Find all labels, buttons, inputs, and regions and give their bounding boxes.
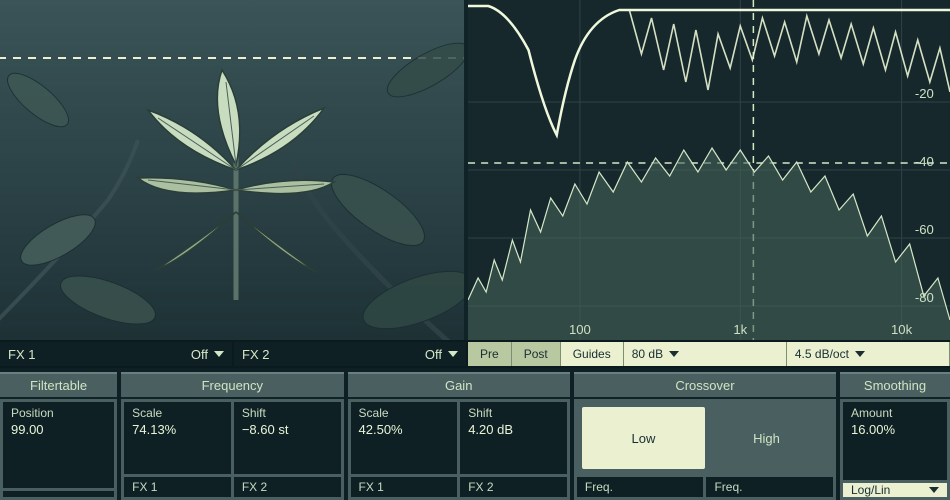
- crossover-low-button[interactable]: Low: [582, 407, 705, 469]
- xtick: 10k: [891, 322, 913, 337]
- xtick: 1k: [733, 322, 747, 337]
- strip-cell-fx2b[interactable]: FX 2: [460, 477, 567, 497]
- position-field[interactable]: Position 99.00: [3, 402, 114, 488]
- fx-slot-1[interactable]: FX 1 Off: [0, 342, 234, 366]
- chevron-down-icon: [448, 351, 458, 357]
- slope-value: 4.5 dB/oct: [795, 347, 849, 361]
- pre-button[interactable]: Pre: [468, 342, 512, 366]
- freq-scale-field[interactable]: Scale 74.13%: [124, 402, 231, 474]
- freq-scale-value: 74.13%: [132, 422, 223, 437]
- chevron-down-icon: [214, 351, 224, 357]
- panel-crossover: Crossover Low High Freq. Freq.: [574, 372, 836, 500]
- fx1-value: Off: [191, 347, 208, 362]
- panel-smoothing: Smoothing Amount 16.00% Log/Lin: [840, 372, 950, 500]
- post-button[interactable]: Post: [512, 342, 561, 366]
- panel-frequency: Frequency Scale 74.13% Shift −8.60 st FX…: [121, 372, 343, 500]
- gain-shift-label: Shift: [468, 406, 559, 420]
- gain-shift-field[interactable]: Shift 4.20 dB: [460, 402, 567, 474]
- smoothing-title: Smoothing: [840, 374, 950, 399]
- chevron-down-icon: [669, 351, 679, 357]
- freq-shift-field[interactable]: Shift −8.60 st: [234, 402, 341, 474]
- strip-cell-fx1[interactable]: FX 1: [124, 477, 231, 497]
- loglin-dropdown[interactable]: Log/Lin: [843, 483, 947, 497]
- fx-slot-2[interactable]: FX 2 Off: [234, 342, 468, 366]
- strip-cell-fx2[interactable]: FX 2: [234, 477, 341, 497]
- xtick: 100: [569, 322, 591, 337]
- range-value: 80 dB: [632, 347, 663, 361]
- range-dropdown[interactable]: 80 dB: [624, 342, 787, 366]
- fx2-value: Off: [425, 347, 442, 362]
- slope-dropdown[interactable]: 4.5 dB/oct: [787, 342, 950, 366]
- gain-title: Gain: [348, 374, 570, 399]
- position-value: 99.00: [11, 422, 106, 437]
- smoothing-amount-label: Amount: [851, 406, 939, 420]
- panel-filtertable: Filtertable Position 99.00: [0, 372, 117, 500]
- crossover-freq-low[interactable]: Freq.: [577, 477, 704, 497]
- gain-scale-label: Scale: [359, 406, 450, 420]
- fx2-label: FX 2: [242, 347, 269, 362]
- fx1-label: FX 1: [8, 347, 35, 362]
- crossover-freq-high[interactable]: Freq.: [706, 477, 833, 497]
- ytick: -20: [915, 86, 934, 101]
- filtertable-title: Filtertable: [0, 374, 117, 399]
- chevron-down-icon: [855, 351, 865, 357]
- ytick: -60: [915, 222, 934, 237]
- panel-gain: Gain Scale 42.50% Shift 4.20 dB FX 1 FX …: [348, 372, 570, 500]
- crossover-high-button[interactable]: High: [705, 407, 828, 469]
- freq-shift-value: −8.60 st: [242, 422, 333, 437]
- strip-cell[interactable]: [3, 491, 114, 497]
- gain-shift-value: 4.20 dB: [468, 422, 559, 437]
- ytick: -80: [915, 290, 934, 305]
- loglin-label: Log/Lin: [851, 483, 890, 497]
- ytick: -40: [915, 154, 934, 169]
- gain-scale-field[interactable]: Scale 42.50%: [351, 402, 458, 474]
- spectrum-analyzer[interactable]: -20 -40 -60 -80 100 1k 10k: [468, 0, 950, 340]
- image-preview[interactable]: [0, 0, 468, 340]
- smoothing-amount-value: 16.00%: [851, 422, 939, 437]
- smoothing-amount-field[interactable]: Amount 16.00%: [843, 402, 947, 480]
- freq-shift-label: Shift: [242, 406, 333, 420]
- freq-scale-label: Scale: [132, 406, 223, 420]
- guides-button[interactable]: Guides: [561, 342, 624, 366]
- gain-scale-value: 42.50%: [359, 422, 450, 437]
- frequency-title: Frequency: [121, 374, 343, 399]
- position-label: Position: [11, 406, 106, 420]
- strip-cell-fx1b[interactable]: FX 1: [351, 477, 458, 497]
- chevron-down-icon: [929, 487, 939, 493]
- crossover-title: Crossover: [574, 374, 836, 399]
